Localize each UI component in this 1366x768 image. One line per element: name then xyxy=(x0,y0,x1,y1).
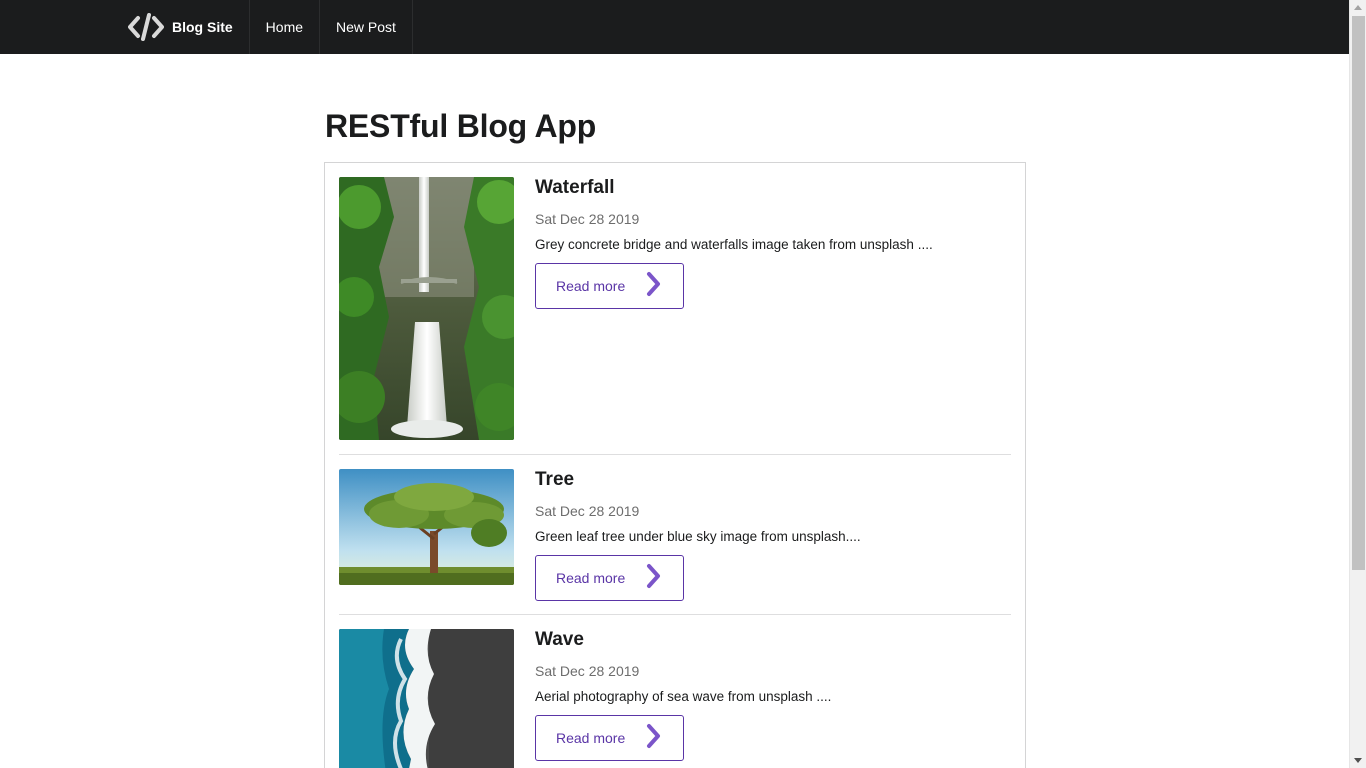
brand-link[interactable]: Blog Site xyxy=(112,0,250,54)
read-more-label: Read more xyxy=(556,278,626,294)
nav-menu: Blog Site Home New Post xyxy=(112,0,413,54)
code-brackets-icon xyxy=(128,13,164,41)
read-more-label: Read more xyxy=(556,570,626,586)
nav-home-label: Home xyxy=(265,19,304,35)
post-item: Wave Sat Dec 28 2019 Aerial photography … xyxy=(339,614,1011,768)
nav-new-post-label: New Post xyxy=(336,19,396,35)
post-title[interactable]: Tree xyxy=(535,469,861,491)
post-date: Sat Dec 28 2019 xyxy=(535,503,640,519)
post-item: Waterfall Sat Dec 28 2019 Grey concrete … xyxy=(339,177,1011,440)
brand-label: Blog Site xyxy=(172,19,233,35)
read-more-button[interactable]: Read more xyxy=(535,715,684,761)
post-content: Waterfall Sat Dec 28 2019 Grey concrete … xyxy=(535,177,933,309)
vertical-scrollbar[interactable] xyxy=(1349,0,1366,768)
post-description: Grey concrete bridge and waterfalls imag… xyxy=(535,237,933,252)
post-title[interactable]: Wave xyxy=(535,629,831,651)
post-date: Sat Dec 28 2019 xyxy=(535,211,640,227)
post-content: Wave Sat Dec 28 2019 Aerial photography … xyxy=(535,629,831,761)
post-content: Tree Sat Dec 28 2019 Green leaf tree und… xyxy=(535,469,861,601)
nav-new-post-link[interactable]: New Post xyxy=(320,0,413,54)
tree-image[interactable] xyxy=(339,469,514,585)
scroll-down-arrow-icon[interactable] xyxy=(1354,758,1362,763)
chevron-right-icon xyxy=(645,270,663,301)
post-title[interactable]: Waterfall xyxy=(535,177,933,199)
wave-image[interactable] xyxy=(339,629,514,768)
scrollbar-thumb[interactable] xyxy=(1352,16,1365,570)
waterfall-image[interactable] xyxy=(339,177,514,440)
post-description: Green leaf tree under blue sky image fro… xyxy=(535,529,861,544)
read-more-button[interactable]: Read more xyxy=(535,263,684,309)
post-description: Aerial photography of sea wave from unsp… xyxy=(535,689,832,704)
read-more-button[interactable]: Read more xyxy=(535,555,684,601)
post-item: Tree Sat Dec 28 2019 Green leaf tree und… xyxy=(339,454,1011,614)
read-more-label: Read more xyxy=(556,730,626,746)
chevron-right-icon xyxy=(645,562,663,593)
nav-home-link[interactable]: Home xyxy=(250,0,321,54)
chevron-right-icon xyxy=(645,722,663,753)
page-title: RESTful Blog App xyxy=(325,108,597,144)
scroll-up-arrow-icon[interactable] xyxy=(1354,5,1362,10)
top-navbar: Blog Site Home New Post xyxy=(0,0,1349,54)
post-date: Sat Dec 28 2019 xyxy=(535,663,640,679)
post-list: Waterfall Sat Dec 28 2019 Grey concrete … xyxy=(324,162,1026,768)
